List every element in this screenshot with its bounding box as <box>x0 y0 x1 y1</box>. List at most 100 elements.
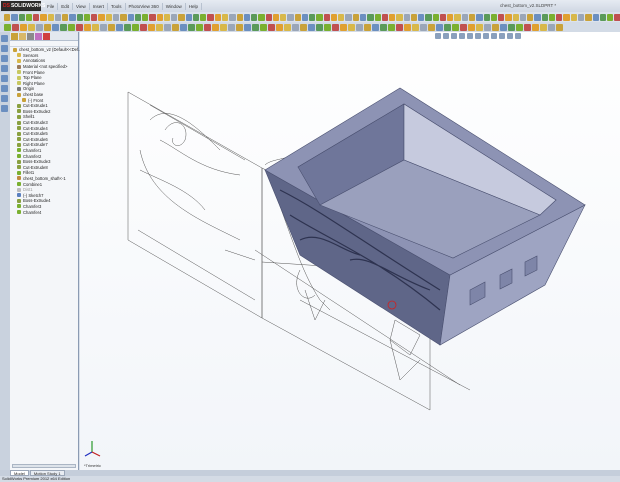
toolbar-button-icon[interactable] <box>20 23 27 31</box>
toolbar-button-icon[interactable] <box>500 23 507 31</box>
toolbar-button-icon[interactable] <box>36 23 43 31</box>
toolbar-button-icon[interactable] <box>454 13 461 21</box>
toolbar-button-icon[interactable] <box>180 23 187 31</box>
toolbar-button-icon[interactable] <box>367 13 374 21</box>
view-tool-icon[interactable] <box>451 33 457 39</box>
toolbar-button-icon[interactable] <box>164 23 171 31</box>
view-tool-icon[interactable] <box>515 33 521 39</box>
toolbar-button-icon[interactable] <box>62 13 69 21</box>
toolbar-button-icon[interactable] <box>84 23 91 31</box>
view-tool-icon[interactable] <box>475 33 481 39</box>
toolbar-button-icon[interactable] <box>516 23 523 31</box>
toolbar-button-icon[interactable] <box>287 13 294 21</box>
toolbar-button-icon[interactable] <box>25 13 33 21</box>
toolbar-button-icon[interactable] <box>461 13 468 21</box>
toolbar-button-icon[interactable] <box>541 13 548 21</box>
solidworks-logo[interactable]: DS SOLIDWORKS <box>1 1 45 11</box>
toolbar-button-icon[interactable] <box>563 13 570 21</box>
toolbar-button-icon[interactable] <box>452 23 459 31</box>
task-pane-icon[interactable] <box>1 65 8 72</box>
toolbar-button-icon[interactable] <box>156 23 163 31</box>
task-pane-icon[interactable] <box>1 85 8 92</box>
task-pane-icon[interactable] <box>1 95 8 102</box>
toolbar-button-icon[interactable] <box>196 23 203 31</box>
menu-item-window[interactable]: Window <box>163 2 186 10</box>
toolbar-button-icon[interactable] <box>388 23 395 31</box>
configuration-manager-tab-icon[interactable] <box>27 33 34 40</box>
toolbar-button-icon[interactable] <box>52 23 59 31</box>
toolbar-button-icon[interactable] <box>348 23 355 31</box>
menu-item-insert[interactable]: Insert <box>90 2 108 10</box>
toolbar-button-icon[interactable] <box>105 13 112 21</box>
display-manager-tab-icon[interactable] <box>43 33 50 40</box>
toolbar-button-icon[interactable] <box>548 23 555 31</box>
toolbar-button-icon[interactable] <box>100 23 107 31</box>
toolbar-button-icon[interactable] <box>356 23 363 31</box>
toolbar-button-icon[interactable] <box>229 13 236 21</box>
toolbar-button-icon[interactable] <box>280 13 287 21</box>
toolbar-button-icon[interactable] <box>171 13 178 21</box>
toolbar-button-icon[interactable] <box>447 13 454 21</box>
toolbar-button-icon[interactable] <box>498 13 505 21</box>
tree-horizontal-scrollbar[interactable] <box>12 464 76 468</box>
toolbar-button-icon[interactable] <box>204 23 211 31</box>
toolbar-button-icon[interactable] <box>294 13 301 21</box>
toolbar-button-icon[interactable] <box>221 13 229 21</box>
toolbar-button-icon[interactable] <box>185 13 192 21</box>
toolbar-button-icon[interactable] <box>316 13 323 21</box>
toolbar-button-icon[interactable] <box>207 13 214 21</box>
toolbar-button-icon[interactable] <box>364 23 371 31</box>
toolbar-button-icon[interactable] <box>484 23 491 31</box>
toolbar-button-icon[interactable] <box>272 13 280 21</box>
toolbar-button-icon[interactable] <box>92 23 99 31</box>
toolbar-button-icon[interactable] <box>214 13 221 21</box>
toolbar-button-icon[interactable] <box>212 23 219 31</box>
toolbar-button-icon[interactable] <box>316 23 323 31</box>
toolbar-button-icon[interactable] <box>33 13 40 21</box>
task-pane-icon[interactable] <box>1 105 8 112</box>
toolbar-button-icon[interactable] <box>172 23 179 31</box>
toolbar-button-icon[interactable] <box>468 23 475 31</box>
toolbar-button-icon[interactable] <box>492 23 499 31</box>
toolbar-button-icon[interactable] <box>149 13 156 21</box>
task-pane-icon[interactable] <box>1 55 8 62</box>
toolbar-button-icon[interactable] <box>108 23 115 31</box>
toolbar-button-icon[interactable] <box>585 13 592 21</box>
view-tool-icon[interactable] <box>459 33 465 39</box>
toolbar-button-icon[interactable] <box>519 13 527 21</box>
toolbar-button-icon[interactable] <box>352 13 360 21</box>
tree-item[interactable]: chest_bottom_v2 (Default<<Def... <box>10 47 82 53</box>
toolbar-button-icon[interactable] <box>345 13 352 21</box>
dimxpert-tab-icon[interactable] <box>35 33 42 40</box>
toolbar-button-icon[interactable] <box>396 13 403 21</box>
toolbar-button-icon[interactable] <box>284 23 291 31</box>
toolbar-button-icon[interactable] <box>251 13 258 21</box>
toolbar-button-icon[interactable] <box>592 13 599 21</box>
menu-item-edit[interactable]: Edit <box>58 2 74 10</box>
feature-manager-tab-icon[interactable] <box>11 33 18 40</box>
toolbar-button-icon[interactable] <box>112 13 120 21</box>
view-tool-icon[interactable] <box>507 33 513 39</box>
menu-item-view[interactable]: View <box>73 2 90 10</box>
toolbar-button-icon[interactable] <box>244 23 251 31</box>
view-tool-icon[interactable] <box>443 33 449 39</box>
view-tool-icon[interactable] <box>499 33 505 39</box>
toolbar-button-icon[interactable] <box>439 13 447 21</box>
toolbar-button-icon[interactable] <box>614 13 620 21</box>
toolbar-button-icon[interactable] <box>12 23 19 31</box>
toolbar-button-icon[interactable] <box>436 23 443 31</box>
toolbar-button-icon[interactable] <box>40 13 47 21</box>
toolbar-button-icon[interactable] <box>18 13 25 21</box>
toolbar-button-icon[interactable] <box>309 13 316 21</box>
toolbar-button-icon[interactable] <box>228 23 235 31</box>
menu-item-tools[interactable]: Tools <box>108 2 126 10</box>
toolbar-button-icon[interactable] <box>540 23 547 31</box>
toolbar-button-icon[interactable] <box>556 23 563 31</box>
toolbar-button-icon[interactable] <box>389 13 396 21</box>
property-manager-tab-icon[interactable] <box>19 33 26 40</box>
toolbar-button-icon[interactable] <box>76 23 83 31</box>
toolbar-button-icon[interactable] <box>11 13 18 21</box>
toolbar-button-icon[interactable] <box>532 23 539 31</box>
toolbar-button-icon[interactable] <box>68 23 75 31</box>
toolbar-button-icon[interactable] <box>148 23 155 31</box>
